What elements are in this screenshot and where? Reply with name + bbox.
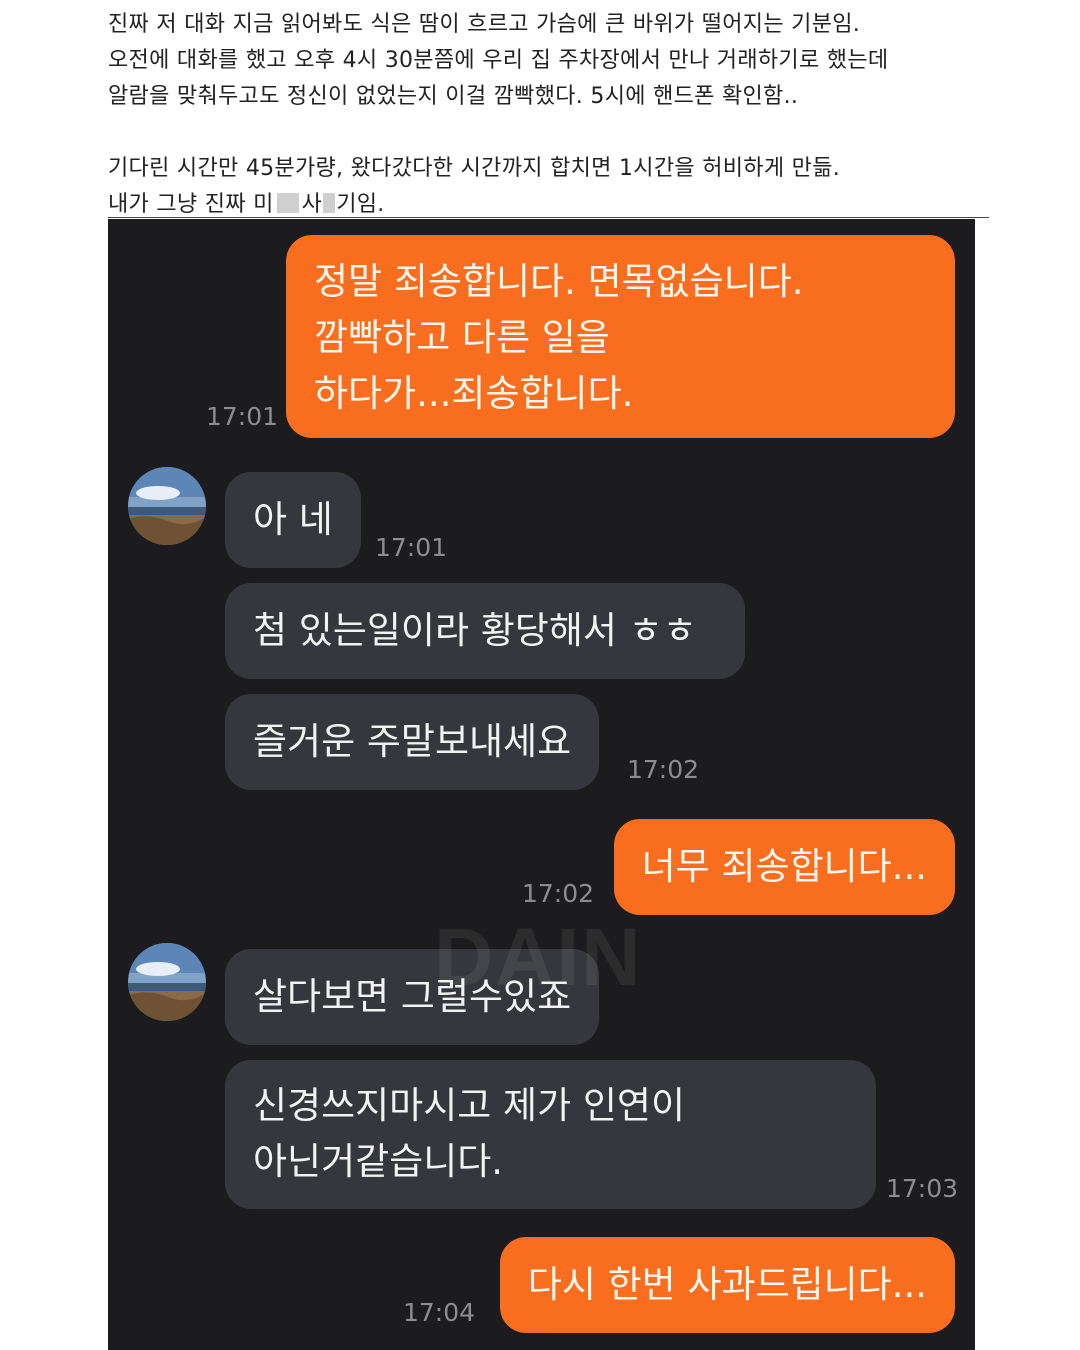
avatar-landscape-icon [128,467,206,545]
message-line: 신경쓰지마시고 제가 인연이 [253,1084,686,1127]
caption-line: 오전에 대화를 했고 오후 4시 30분쯤에 우리 집 주차장에서 만나 거래하… [108,48,889,73]
message-line: 하다가...죄송합니다. [314,372,634,415]
watermark: DAIN [434,912,643,1003]
message-line: 즐거운 주말보내세요 [253,720,572,763]
message-time: 17:01 [206,402,279,431]
incoming-message[interactable]: 신경쓰지마시고 제가 인연이 아닌거같습니다. [225,1060,876,1209]
message-line: 정말 죄송합니다. 면목없습니다. [314,260,804,303]
outgoing-message[interactable]: 다시 한번 사과드립니다... [499,1237,955,1333]
incoming-message[interactable]: 첨 있는일이라 황당해서 ㅎㅎ [225,583,745,679]
avatar-landscape-icon [128,943,206,1021]
incoming-message[interactable]: 즐거운 주말보내세요 [225,694,600,790]
message-time: 17:01 [375,533,448,562]
message-line: 아 네 [253,498,333,541]
caption-line: 기다린 시간만 45분가량, 왔다갔다한 시간까지 합치면 1시간을 허비하게 … [108,156,841,181]
message-time: 17:02 [522,879,595,908]
avatar[interactable] [128,467,206,545]
caption-line-censored: 내가 그냥 진짜 미 사 기임. [108,186,385,218]
message-time: 17:04 [403,1298,476,1327]
chat-screenshot: 정말 죄송합니다. 면목없습니다. 깜빡하고 다른 일을 하다가...죄송합니다… [108,219,975,1350]
avatar[interactable] [128,943,206,1021]
caption-text: 내가 그냥 진짜 미 [108,192,274,217]
message-line: 깜빡하고 다른 일을 [314,316,610,359]
divider [108,217,989,218]
outgoing-message[interactable]: 정말 죄송합니다. 면목없습니다. 깜빡하고 다른 일을 하다가...죄송합니다… [286,235,955,438]
message-line: 첨 있는일이라 황당해서 ㅎㅎ [253,609,697,652]
message-line: 아닌거같습니다. [253,1140,504,1183]
message-line: 다시 한번 사과드립니다... [527,1263,927,1306]
caption-line: 진짜 저 대화 지금 읽어봐도 식은 땀이 흐르고 가슴에 큰 바위가 떨어지는… [108,12,861,37]
caption-line: 알람을 맞춰두고도 정신이 없었는지 이걸 깜빡했다. 5시에 핸드폰 확인함.… [108,84,799,109]
caption-text: 기임. [336,192,385,217]
message-line: 너무 죄송합니다... [641,845,927,888]
censor-blur [323,193,336,213]
outgoing-message[interactable]: 너무 죄송합니다... [613,819,955,915]
incoming-message[interactable]: 아 네 [225,472,361,568]
message-time: 17:02 [627,755,700,784]
caption-text: 사 [301,192,323,217]
censor-blur [276,193,299,213]
message-time: 17:03 [886,1174,959,1203]
